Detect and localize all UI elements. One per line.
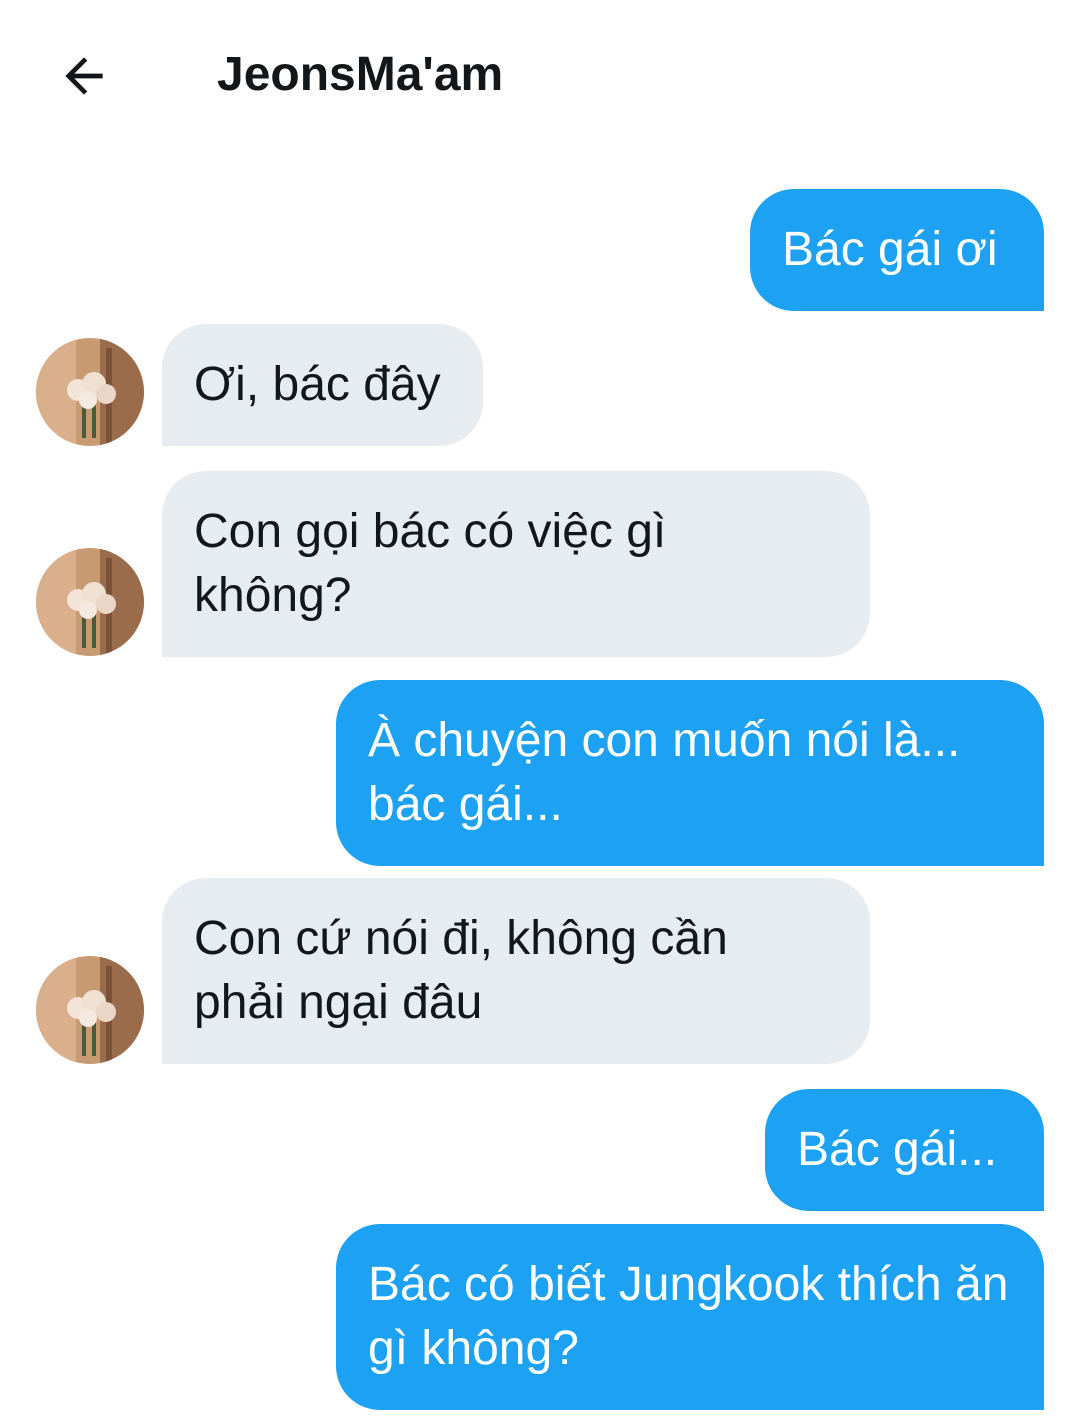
conversation-header: JeonsMa'am [0,0,1080,150]
conversation-title[interactable]: JeonsMa'am [217,44,503,106]
message-bubble-outgoing[interactable]: À chuyện con muốn nói là... bác gái... [336,680,1044,866]
avatar[interactable] [36,338,144,446]
message-text: Bác có biết Jungkook thích ăn gì không? [368,1258,1009,1375]
flower-bouquet-avatar [36,548,144,656]
message-text: Ơi, bác đây [194,358,441,411]
arrow-left-icon [65,57,103,95]
avatar[interactable] [36,956,144,1064]
message-bubble-incoming[interactable]: Con gọi bác có việc gì không? [162,471,870,657]
message-bubble-outgoing[interactable]: Bác có biết Jungkook thích ăn gì không? [336,1224,1044,1410]
message-bubble-outgoing[interactable]: Bác gái... [765,1089,1044,1211]
message-bubble-outgoing[interactable]: Bác gái ơi [750,189,1044,311]
message-text: Con gọi bác có việc gì không? [194,505,667,622]
message-text: Bác gái ơi [782,223,998,276]
flower-bouquet-avatar [36,956,144,1064]
message-bubble-incoming[interactable]: Ơi, bác đây [162,324,483,446]
message-bubble-incoming[interactable]: Con cứ nói đi, không cần phải ngại đâu [162,878,870,1064]
message-text: À chuyện con muốn nói là... bác gái... [368,714,961,831]
message-text: Bác gái... [797,1123,998,1176]
flower-bouquet-avatar [36,338,144,446]
avatar[interactable] [36,548,144,656]
back-button[interactable] [44,36,124,116]
message-text: Con cứ nói đi, không cần phải ngại đâu [194,912,728,1029]
